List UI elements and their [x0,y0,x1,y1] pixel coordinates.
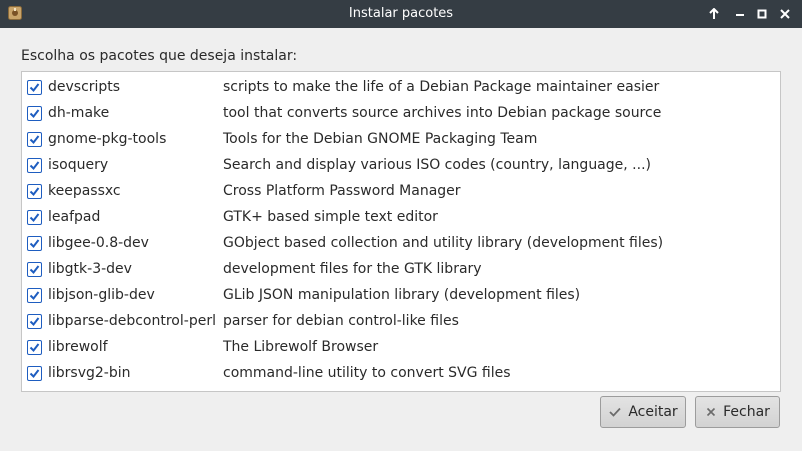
package-name: librsvg2-bin [48,365,131,381]
package-description: The Librewolf Browser [223,339,379,355]
package-name: libjson-glib-dev [48,287,155,303]
package-row[interactable]: devscripts scripts to make the life of a … [22,74,780,100]
package-name: keepassxc [48,183,121,199]
package-description: Search and display various ISO codes (co… [223,157,651,173]
package-description: scripts to make the life of a Debian Pac… [223,79,660,95]
close-icon[interactable] [775,4,795,24]
package-row[interactable]: libjson-glib-dev GLib JSON manipulation l… [22,282,780,308]
package-row[interactable]: libgtk-3-dev development files for the GT… [22,256,780,282]
package-name: libgtk-3-dev [48,261,132,277]
package-row[interactable]: librsvg2-bin command-line utility to conv… [22,360,780,386]
window-title: Instalar pacotes [348,6,454,21]
close-button[interactable]: Fechar [695,396,780,428]
package-name: libgee-0.8-dev [48,235,149,251]
package-checkbox[interactable] [27,210,42,225]
package-name: gnome-pkg-tools [48,131,167,147]
keep-above-icon[interactable] [704,4,724,24]
package-checkbox[interactable] [27,106,42,121]
close-label: Fechar [723,404,770,420]
package-checkbox[interactable] [27,340,42,355]
package-row[interactable]: dh-make tool that converts source archive… [22,100,780,126]
package-description: parser for debian control-like files [223,313,459,329]
install-packages-dialog: Instalar pacotes Escolha os pacotes que … [0,0,802,451]
package-row[interactable]: keepassxc Cross Platform Password Manager [22,178,780,204]
package-name: dh-make [48,105,110,121]
package-description: command-line utility to convert SVG file… [223,365,511,381]
package-checkbox[interactable] [27,262,42,277]
package-row[interactable]: libparse-debcontrol-perl parser for debia… [22,308,780,334]
package-name: libparse-debcontrol-perl [48,313,216,329]
package-row[interactable]: leafpad GTK+ based simple text editor [22,204,780,230]
package-row[interactable]: gnome-pkg-tools Tools for the Debian GNOM… [22,126,780,152]
package-name: leafpad [48,209,101,225]
package-checkbox[interactable] [27,314,42,329]
package-checkbox[interactable] [27,236,42,251]
package-description: GObject based collection and utility lib… [223,235,664,251]
package-row[interactable]: isoquery Search and display various ISO c… [22,152,780,178]
close-x-icon [705,406,717,418]
package-checkbox[interactable] [27,366,42,381]
package-description: Tools for the Debian GNOME Packaging Tea… [223,131,538,147]
package-name: devscripts [48,79,121,95]
package-checkbox[interactable] [27,80,42,95]
accept-label: Aceitar [628,404,678,420]
package-row[interactable]: librewolf The Librewolf Browser [22,334,780,360]
package-description: Cross Platform Password Manager [223,183,461,199]
package-list[interactable]: devscripts scripts to make the life of a … [21,71,781,392]
package-name: isoquery [48,157,109,173]
package-row[interactable]: libgee-0.8-dev GObject based collection a… [22,230,780,256]
package-checkbox[interactable] [27,132,42,147]
package-checkbox[interactable] [27,288,42,303]
package-checkbox[interactable] [27,158,42,173]
maximize-icon[interactable] [752,4,772,24]
package-name: librewolf [48,339,108,355]
accept-button[interactable]: Aceitar [600,396,686,428]
package-checkbox[interactable] [27,184,42,199]
package-description: GTK+ based simple text editor [223,209,438,225]
checkmark-icon [608,405,622,419]
instructions-label: Escolha os pacotes que deseja instalar: [21,48,298,64]
package-description: tool that converts source archives into … [223,105,662,121]
package-description: development files for the GTK library [223,261,482,277]
minimize-icon[interactable] [730,4,750,24]
package-description: GLib JSON manipulation library (developm… [223,287,581,303]
titlebar[interactable]: Instalar pacotes [0,0,802,28]
